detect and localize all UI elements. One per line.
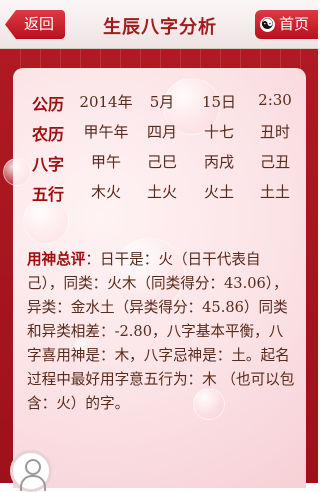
analysis-paragraph: 用神总评：日干是：火（日干代表自己），同类：火木（同类得分：43.06），异类：… [27, 248, 295, 416]
home-label: 首页 [279, 15, 310, 33]
row-nongli: 农历 甲午年 四月 十七 丑时 [13, 121, 306, 151]
bazi-cell: 丙戌 [203, 153, 234, 171]
bazi-cell: 四月 [146, 123, 177, 141]
bazi-cell: 十七 [203, 123, 234, 141]
bazi-cell: 丑时 [259, 123, 290, 141]
bazi-cell: 土火 [146, 183, 177, 201]
user-avatar-icon[interactable] [10, 450, 52, 492]
page-title: 生辰八字分析 [103, 17, 217, 38]
analysis-text: ：日干是：火（日干代表自己），同类：火木（同类得分：43.06），异类：金水土（… [27, 251, 295, 412]
bazi-cell: 火土 [203, 183, 234, 201]
analysis-lead: 用神总评 [27, 251, 86, 268]
row-wuxing: 五行 木火 土火 火土 土土 [13, 181, 306, 211]
row-bazi: 八字 甲午 己巳 丙戌 己丑 [13, 151, 306, 181]
bazi-cell: 甲午年 [83, 123, 129, 141]
bazi-cell: 15日 [201, 93, 237, 111]
row-gongli: 公历 2014年 5月 15日 2:30 [13, 91, 306, 121]
bazi-cell: 己丑 [259, 153, 290, 171]
bazi-cell: 土土 [259, 183, 290, 201]
bazi-cell: 木火 [90, 183, 121, 201]
bazi-cell: 2:30 [258, 91, 292, 109]
row-label: 公历 [31, 95, 64, 114]
bazi-cell: 甲午 [90, 153, 121, 171]
bazi-cell: 己巳 [146, 153, 177, 171]
top-bar: 返回 生辰八字分析 ☯ 首页 [0, 0, 318, 49]
row-label: 八字 [31, 155, 64, 174]
row-label: 五行 [31, 185, 64, 204]
row-label: 农历 [31, 125, 64, 144]
back-button[interactable]: 返回 [5, 10, 65, 39]
bazi-cell: 2014年 [79, 93, 133, 111]
back-label: 返回 [23, 15, 54, 33]
bazi-cell: 5月 [149, 93, 175, 111]
yin-yang-icon: ☯ [260, 17, 275, 32]
home-button[interactable]: ☯ 首页 [255, 10, 318, 39]
